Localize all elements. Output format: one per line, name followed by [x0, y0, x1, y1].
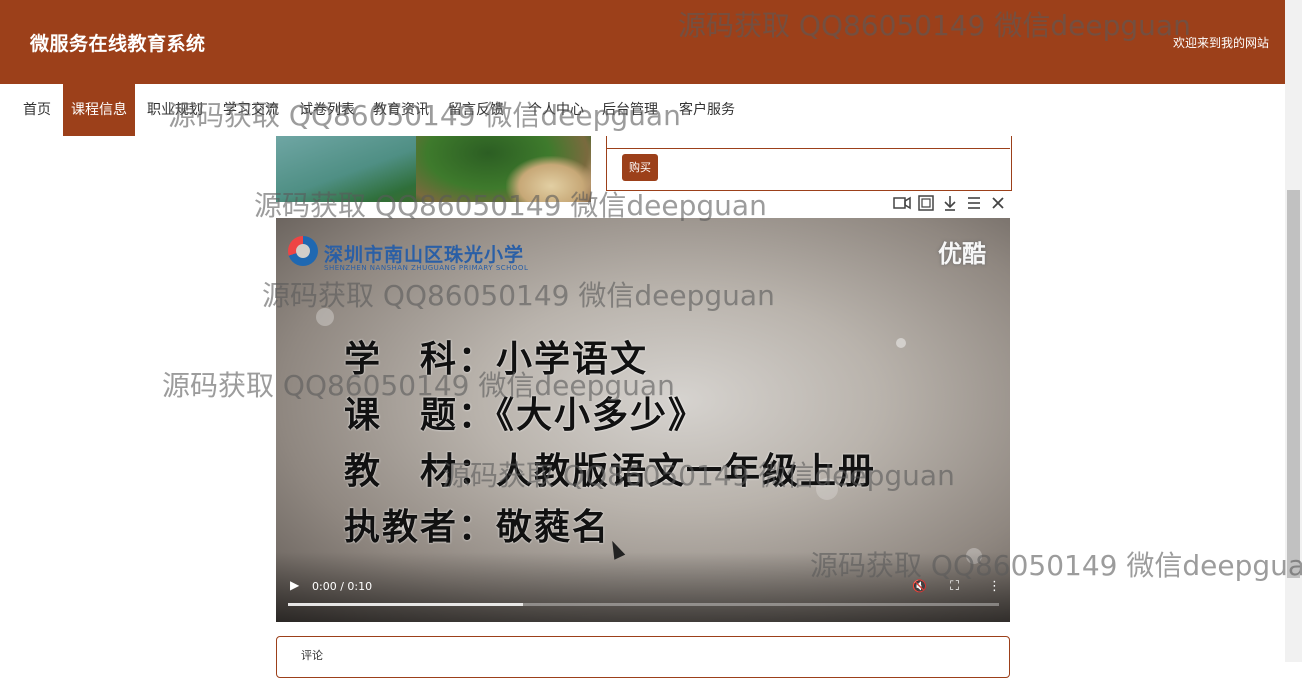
main-nav: 首页 课程信息 职业规划 学习交流 试卷列表 教育资讯 留言反馈 个人中心 后台… — [0, 84, 1285, 136]
nav-courses[interactable]: 课程信息 — [63, 84, 135, 136]
video-line-textbook: 教 材：人教版语文一年级上册 — [344, 451, 877, 492]
nav-news[interactable]: 教育资讯 — [365, 84, 437, 136]
expand-icon[interactable] — [916, 195, 936, 215]
nav-exchange[interactable]: 学习交流 — [215, 84, 287, 136]
divider — [606, 148, 1010, 149]
video-progress-track[interactable] — [288, 603, 999, 606]
school-logo-icon — [288, 236, 318, 266]
site-title: 微服务在线教育系统 — [30, 33, 206, 55]
site-header: 微服务在线教育系统 欢迎来到我的网站 — [0, 0, 1285, 84]
nav-career[interactable]: 职业规划 — [139, 84, 211, 136]
video-line-topic: 课 题：《大小多少》 — [344, 395, 707, 436]
video-controls — [276, 552, 1010, 622]
school-name-en: SHENZHEN NANSHAN ZHUGUANG PRIMARY SCHOOL — [324, 264, 529, 272]
course-image — [276, 136, 591, 202]
video-brand: 优酷 — [938, 240, 986, 268]
video-toolbar — [888, 192, 1010, 218]
video-time: 0:00 / 0:10 — [312, 580, 373, 593]
fullscreen-icon[interactable]: ⛶ — [950, 579, 959, 594]
video-progress-fill — [288, 603, 523, 606]
nav-admin[interactable]: 后台管理 — [594, 84, 666, 136]
more-icon[interactable]: ⋮ — [988, 579, 1001, 594]
nav-home[interactable]: 首页 — [15, 84, 59, 136]
comment-label: 评论 — [301, 649, 323, 662]
video-player[interactable]: 深圳市南山区珠光小学 SHENZHEN NANSHAN ZHUGUANG PRI… — [276, 218, 1010, 622]
scrollbar-thumb[interactable] — [1287, 190, 1300, 578]
page-scrollbar[interactable] — [1285, 0, 1302, 662]
menu-icon[interactable] — [964, 195, 984, 215]
school-name: 深圳市南山区珠光小学 — [324, 244, 525, 266]
comment-section: 评论 — [276, 636, 1010, 678]
close-icon[interactable] — [988, 195, 1008, 215]
video-line-teacher: 执教者：敬蕤名 — [344, 507, 611, 548]
download-icon[interactable] — [940, 195, 960, 215]
volume-icon[interactable]: 🔇 — [912, 579, 927, 593]
buy-button[interactable]: 购买 — [622, 154, 658, 181]
nav-exams[interactable]: 试卷列表 — [291, 84, 363, 136]
nav-feedback[interactable]: 留言反馈 — [440, 84, 512, 136]
nav-service[interactable]: 客户服务 — [671, 84, 743, 136]
video-line-subject: 学 科：小学语文 — [344, 339, 649, 380]
play-icon[interactable]: ▶ — [290, 578, 299, 592]
nav-profile[interactable]: 个人中心 — [520, 84, 592, 136]
product-box — [606, 136, 1012, 191]
welcome-text: 欢迎来到我的网站 — [1172, 36, 1269, 50]
camera-icon[interactable] — [892, 195, 912, 215]
